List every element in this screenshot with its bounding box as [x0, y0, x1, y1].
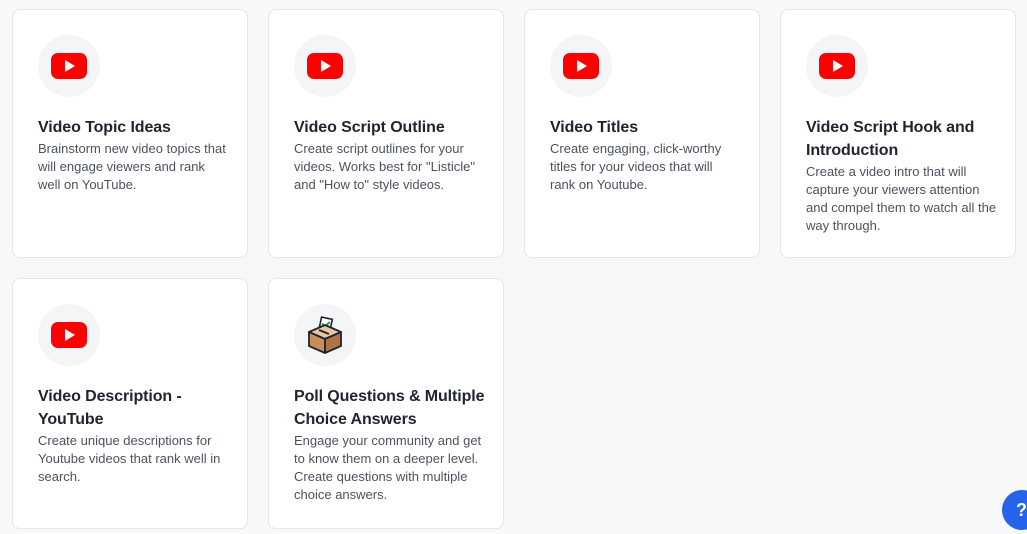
template-grid: Video Topic Ideas Brainstorm new video t… — [0, 0, 1027, 534]
card-title: Video Description - YouTube — [38, 388, 182, 428]
card-title: Video Topic Ideas — [38, 119, 171, 136]
card-title: Video Script Hook and Introduction — [806, 119, 975, 159]
youtube-play-icon — [294, 35, 356, 97]
help-button[interactable]: ? — [1002, 490, 1027, 530]
card-title: Poll Questions & Multiple Choice Answers — [294, 388, 485, 428]
ballot-box-icon — [294, 304, 356, 366]
card-description: Create script outlines for your videos. … — [294, 141, 475, 192]
card-description: Create a video intro that will capture y… — [806, 164, 997, 233]
card-title: Video Script Outline — [294, 119, 445, 136]
youtube-play-icon — [38, 304, 100, 366]
youtube-play-icon — [806, 35, 868, 97]
card-description: Create unique descriptions for Youtube v… — [38, 433, 221, 484]
card-description: Create engaging, click-worthy titles for… — [550, 141, 722, 192]
card-video-script-hook[interactable]: Video Script Hook and Introduction Creat… — [780, 9, 1016, 258]
youtube-play-icon — [550, 35, 612, 97]
card-description: Brainstorm new video topics that will en… — [38, 141, 226, 192]
card-title: Video Titles — [550, 119, 639, 136]
card-video-script-outline[interactable]: Video Script Outline Create script outli… — [268, 9, 504, 258]
card-video-description[interactable]: Video Description - YouTube Create uniqu… — [12, 278, 248, 529]
youtube-play-icon — [38, 35, 100, 97]
card-video-topic-ideas[interactable]: Video Topic Ideas Brainstorm new video t… — [12, 9, 248, 258]
card-video-titles[interactable]: Video Titles Create engaging, click-wort… — [524, 9, 760, 258]
card-description: Engage your community and get to know th… — [294, 433, 482, 502]
card-poll-questions[interactable]: Poll Questions & Multiple Choice Answers… — [268, 278, 504, 529]
